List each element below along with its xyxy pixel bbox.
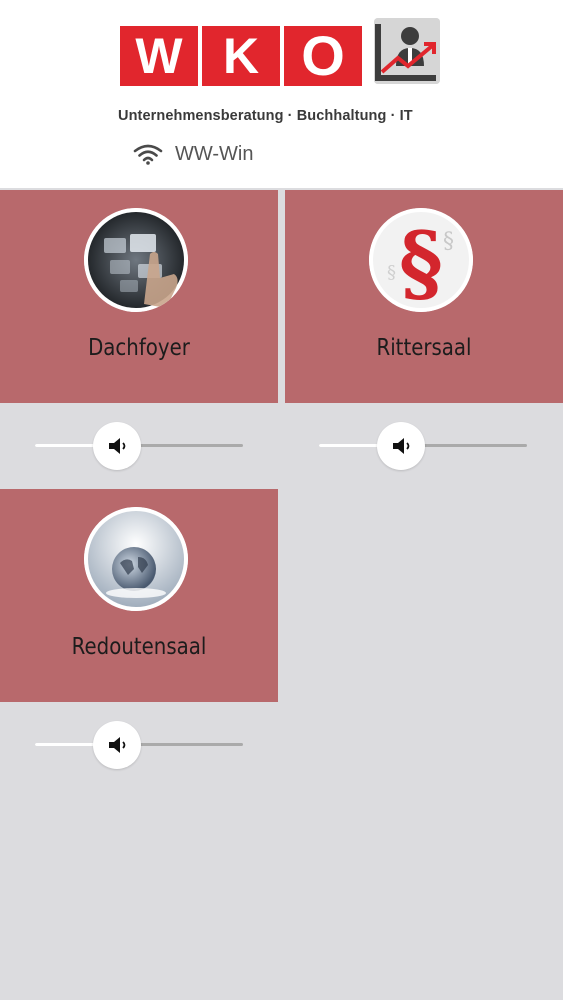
logo-letter-w: W [120, 26, 198, 86]
speaker-icon [109, 737, 126, 753]
room-tile-rittersaal[interactable]: § § § Rittersaal [285, 190, 563, 403]
touchscreen-hand-image [84, 208, 188, 312]
business-chart-icon [374, 18, 440, 84]
slider-thumb[interactable] [93, 422, 142, 470]
logo-letters: W K O [120, 26, 362, 86]
volume-slider-dachfoyer[interactable] [35, 420, 265, 470]
svg-text:§: § [443, 229, 454, 254]
room-tile-dachfoyer[interactable]: Dachfoyer [0, 190, 278, 403]
room-name: Dachfoyer [88, 335, 190, 361]
paragraph-symbol-image: § § § [369, 208, 473, 312]
room-name: Rittersaal [376, 335, 472, 361]
logo-letter-o: O [284, 26, 362, 86]
logo-tagline: Unternehmensberatung · Buchhaltung · IT [118, 108, 413, 124]
wifi-icon [133, 144, 163, 165]
svg-text:§: § [399, 213, 443, 312]
svg-text:§: § [387, 262, 396, 283]
wko-logo: W K O Unternehmensberatung · Buchhaltung… [118, 18, 444, 128]
room-tile-redoutensaal[interactable]: Redoutensaal [0, 489, 278, 702]
slider-fill [35, 444, 98, 447]
header: W K O Unternehmensberatung · Buchhaltung… [0, 0, 563, 188]
speaker-icon [393, 438, 410, 454]
slider-fill [319, 444, 382, 447]
slider-thumb[interactable] [377, 422, 426, 470]
slider-fill [35, 743, 98, 746]
network-status: WW-Win [133, 141, 254, 167]
network-name: WW-Win [175, 142, 254, 165]
room-name: Redoutensaal [71, 634, 207, 660]
logo-letter-k: K [202, 26, 280, 86]
globe-image [84, 507, 188, 611]
volume-slider-rittersaal[interactable] [319, 420, 549, 470]
volume-slider-redoutensaal[interactable] [35, 719, 265, 769]
slider-thumb[interactable] [93, 721, 142, 769]
speaker-icon [109, 438, 126, 454]
